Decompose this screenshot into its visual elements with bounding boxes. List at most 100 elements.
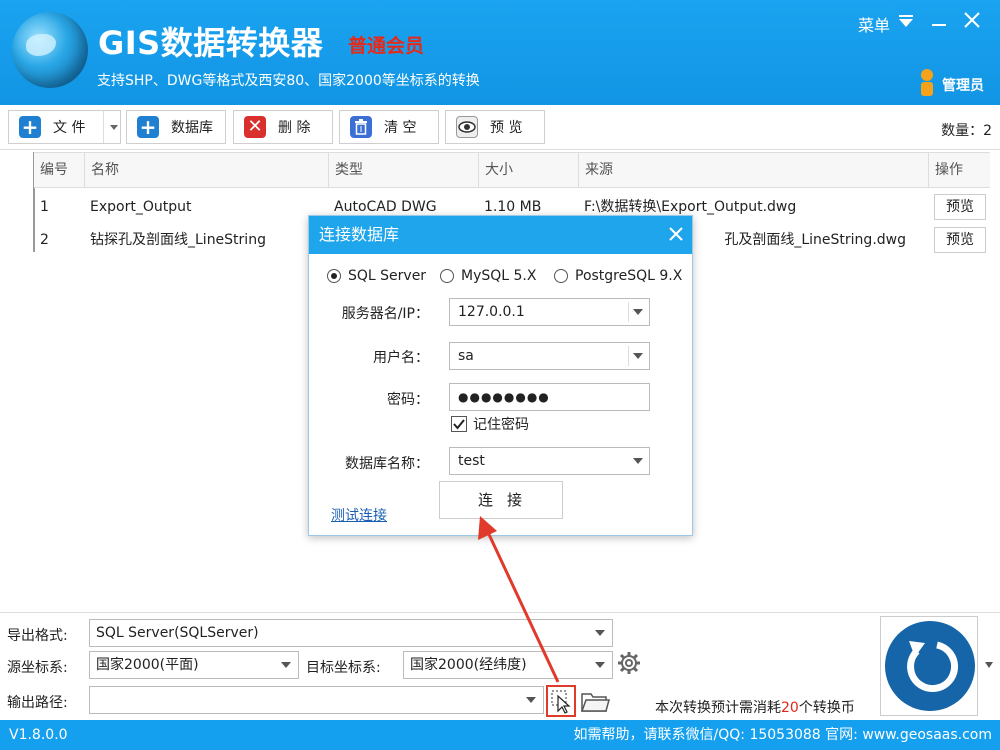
globe-logo-icon: [12, 12, 88, 88]
row-name: 钻探孔及剖面线_LineString: [90, 232, 266, 248]
version-label: V1.8.0.0: [9, 727, 68, 743]
toolbar: + 文 件 + 数据库 ✕ 删 除 清 空 预 览 数量：2: [0, 105, 1000, 150]
connect-database-dialog: 连接数据库 SQL Server MySQL 5.X PostgreSQL 9.…: [308, 215, 693, 536]
close-icon[interactable]: [962, 10, 982, 30]
export-format-label: 导出格式:: [7, 628, 68, 644]
chevron-down-icon: [526, 697, 536, 703]
minimize-icon[interactable]: [930, 12, 948, 30]
connect-button[interactable]: 连接: [439, 481, 563, 519]
select-divider: [628, 302, 629, 322]
cost-estimate: 本次转换预计需消耗20个转换币: [655, 697, 855, 717]
radio-label: MySQL 5.X: [461, 268, 537, 284]
radio-label: PostgreSQL 9.X: [575, 268, 683, 284]
chevron-down-icon: [595, 662, 605, 668]
gear-icon[interactable]: [617, 651, 641, 675]
password-label: 密码：: [387, 392, 429, 408]
remember-password-checkbox[interactable]: 记住密码: [451, 414, 529, 434]
column-header[interactable]: 操作: [928, 153, 990, 187]
admin-label: 管理员: [942, 78, 984, 94]
status-bar: V1.8.0.0 如需帮助，请联系微信/QQ: 15053088 官网: www…: [0, 720, 1000, 750]
delete-button[interactable]: ✕ 删 除: [233, 110, 333, 144]
cost-suffix: 个转换币: [798, 700, 855, 716]
convert-dropdown-caret-icon[interactable]: [980, 616, 998, 716]
chevron-down-icon: [633, 458, 643, 464]
select-divider: [628, 346, 629, 366]
source-crs-value: 国家2000(平面): [96, 657, 199, 673]
file-button-label: 文 件: [53, 120, 86, 136]
chevron-down-icon: [281, 662, 291, 668]
radio-selected-icon: [327, 269, 341, 283]
app-subtitle: 支持SHP、DWG等格式及西安80、国家2000等坐标系的转换: [97, 73, 480, 89]
password-field[interactable]: ●●●●●●●●: [449, 383, 650, 411]
radio-icon: [554, 269, 568, 283]
radio-sql-server[interactable]: SQL Server: [327, 268, 426, 284]
clear-button[interactable]: 清 空: [339, 110, 439, 144]
eye-icon: [456, 116, 478, 138]
column-header[interactable]: 来源: [578, 153, 928, 187]
radio-mysql[interactable]: MySQL 5.X: [440, 268, 536, 284]
preview-button-label: 预 览: [490, 120, 523, 136]
cost-prefix: 本次转换预计需消耗: [655, 700, 781, 716]
file-count: 数量：2: [941, 123, 992, 139]
app-title: GIS数据转换器: [98, 24, 324, 62]
file-button[interactable]: + 文 件: [8, 110, 121, 144]
username-label: 用户名：: [373, 350, 429, 366]
convert-circle: [885, 621, 975, 711]
test-connection-link[interactable]: 测试连接: [331, 505, 387, 525]
source-crs-label: 源坐标系:: [7, 660, 68, 676]
radio-postgresql[interactable]: PostgreSQL 9.X: [554, 268, 682, 284]
convert-button[interactable]: [880, 616, 978, 716]
target-crs-label: 目标坐标系:: [306, 660, 381, 676]
target-crs-value: 国家2000(经纬度): [410, 657, 527, 673]
dbname-value: test: [458, 453, 485, 469]
checkbox-checked-icon: [451, 416, 467, 432]
dialog-close-icon[interactable]: [668, 226, 684, 242]
admin-user-icon: [921, 69, 933, 96]
help-contact: 如需帮助，请联系微信/QQ: 15053088 官网: www.geosaas.…: [573, 727, 992, 743]
server-select[interactable]: 127.0.0.1: [449, 298, 650, 326]
username-value: sa: [458, 348, 474, 364]
row-name: Export_Output: [90, 199, 192, 215]
app-header: GIS数据转换器 普通会员 支持SHP、DWG等格式及西安80、国家2000等坐…: [0, 0, 1000, 105]
export-format-value: SQL Server(SQLServer): [96, 625, 259, 641]
trash-icon: [350, 116, 372, 138]
column-header[interactable]: 大小: [478, 153, 578, 187]
database-button-label: 数据库: [171, 120, 213, 136]
chevron-down-icon: [633, 309, 643, 315]
remember-password-label: 记住密码: [473, 417, 529, 433]
chevron-down-icon: [595, 630, 605, 636]
plus-icon: +: [137, 116, 159, 138]
cost-value: 20: [781, 700, 799, 716]
menu-button[interactable]: 菜单: [858, 12, 890, 36]
plus-icon: +: [19, 116, 41, 138]
column-header[interactable]: 编号: [34, 153, 84, 187]
database-button[interactable]: + 数据库: [126, 110, 226, 144]
menu-caret-icon[interactable]: [898, 14, 914, 28]
radio-icon: [440, 269, 454, 283]
source-crs-select[interactable]: 国家2000(平面): [89, 651, 299, 679]
row-preview-button[interactable]: 预览: [934, 194, 986, 220]
username-select[interactable]: sa: [449, 342, 650, 370]
row-number: 2: [40, 232, 49, 248]
export-format-select[interactable]: SQL Server(SQLServer): [89, 619, 613, 647]
file-dropdown-caret-icon[interactable]: [110, 125, 118, 130]
delete-x-icon: ✕: [244, 116, 266, 138]
cursor-select-icon: [551, 690, 571, 714]
server-label: 服务器名/IP：: [341, 306, 429, 322]
row-preview-button[interactable]: 预览: [934, 227, 986, 253]
chevron-down-icon: [633, 353, 643, 359]
member-badge: 普通会员: [348, 35, 425, 57]
column-header[interactable]: 类型: [328, 153, 478, 187]
split-divider: [103, 111, 104, 143]
column-header[interactable]: 名称: [84, 153, 328, 187]
output-path-label: 输出路径:: [7, 695, 68, 711]
dbname-select[interactable]: test: [449, 447, 650, 475]
target-crs-select[interactable]: 国家2000(经纬度): [403, 651, 613, 679]
dialog-title: 连接数据库: [309, 216, 692, 254]
radio-label: SQL Server: [348, 268, 427, 284]
refresh-icon: [907, 641, 959, 693]
preview-toolbar-button[interactable]: 预 览: [445, 110, 545, 144]
select-output-button[interactable]: [546, 685, 576, 717]
folder-open-icon[interactable]: [580, 690, 610, 714]
output-path-input[interactable]: [89, 686, 544, 714]
